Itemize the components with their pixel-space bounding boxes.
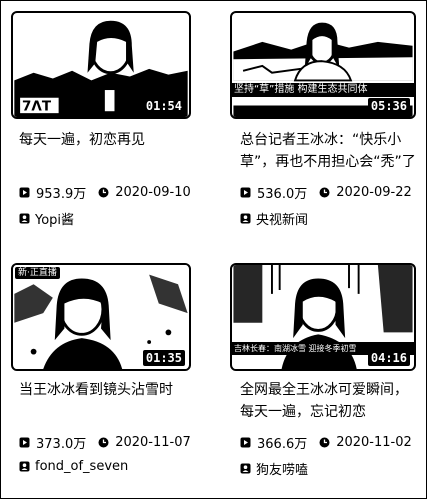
uploader-icon [19,213,30,224]
video-thumbnail[interactable]: 坚持“草”措施 构建生态共同体 05:36 [230,11,416,119]
uploader-link[interactable]: Yopi酱 [19,209,74,228]
video-meta: 373.0万 2020-11-07 [19,433,191,452]
view-count: 953.9万 [36,187,87,202]
publish-date: 2020-09-22 [336,185,412,200]
video-duration: 01:35 [142,350,185,366]
video-card[interactable]: 坚持“草”措施 构建生态共同体 05:36 总台记者王冰冰：“快乐小草”，再也不… [214,1,427,251]
uploader-name: 狗友唠嗑 [256,463,309,478]
video-card[interactable]: 吉林长春：南湖冰雪 迎接冬季初雪 04:16 全网最全王冰冰可爱瞬间，每天一遍，… [214,251,427,500]
uploader-icon [240,463,251,474]
clock-icon [319,187,330,198]
uploader-name: Yopi酱 [35,213,75,228]
play-count-icon [240,437,251,448]
uploader-name: fond_of_seven [35,459,129,474]
video-duration: 01:54 [142,98,185,114]
view-count: 366.6万 [257,437,308,452]
video-thumbnail[interactable]: 吉林长春：南湖冰雪 迎接冬季初雪 04:16 [230,263,416,371]
uploader-link[interactable]: 央视新闻 [240,209,308,228]
video-card[interactable]: 新·正直播 01:35 当王冰冰看到镜头沾雪时 373.0万 2020-11-0… [1,251,214,500]
play-count-icon [240,187,251,198]
play-count-icon [19,437,30,448]
live-tag: 新·正直播 [15,267,60,279]
svg-text:7ΛΤ: 7ΛΤ [22,98,52,114]
publish-date: 2020-11-07 [115,435,191,450]
video-title-link[interactable]: 总台记者王冰冰：“快乐小草”，再也不用担心会“秃”了 [240,129,420,173]
clock-icon [98,187,109,198]
video-duration: 04:16 [367,350,410,366]
video-meta: 366.6万 2020-11-02 [240,433,412,452]
publish-date: 2020-11-02 [336,435,412,450]
publish-date: 2020-09-10 [115,185,191,200]
play-count-icon [19,187,30,198]
view-count: 373.0万 [36,437,87,452]
video-thumbnail[interactable]: 新·正直播 01:35 [11,263,191,371]
video-duration: 05:36 [367,98,410,114]
video-thumbnail[interactable]: 7ΛΤ 01:54 [11,11,191,119]
video-meta: 536.0万 2020-09-22 [240,183,412,202]
video-card[interactable]: 7ΛΤ 01:54 每天一遍，初恋再见 953.9万 2020-09-10 Yo… [1,1,214,251]
video-title-link[interactable]: 全网最全王冰冰可爱瞬间，每天一遍，忘记初恋 [240,379,420,423]
uploader-name: 央视新闻 [256,213,309,228]
video-title-link[interactable]: 每天一遍，初恋再见 [19,129,199,151]
view-count: 536.0万 [257,187,308,202]
uploader-link[interactable]: fond_of_seven [19,459,128,474]
clock-icon [319,437,330,448]
video-headline-overlay: 坚持“草”措施 构建生态共同体 [232,83,414,97]
clock-icon [98,437,109,448]
uploader-link[interactable]: 狗友唠嗑 [240,459,308,478]
video-meta: 953.9万 2020-09-10 [19,183,191,202]
video-title-link[interactable]: 当王冰冰看到镜头沾雪时 [19,379,199,401]
video-grid: 7ΛΤ 01:54 每天一遍，初恋再见 953.9万 2020-09-10 Yo… [0,0,427,499]
uploader-icon [19,461,30,472]
uploader-icon [240,213,251,224]
